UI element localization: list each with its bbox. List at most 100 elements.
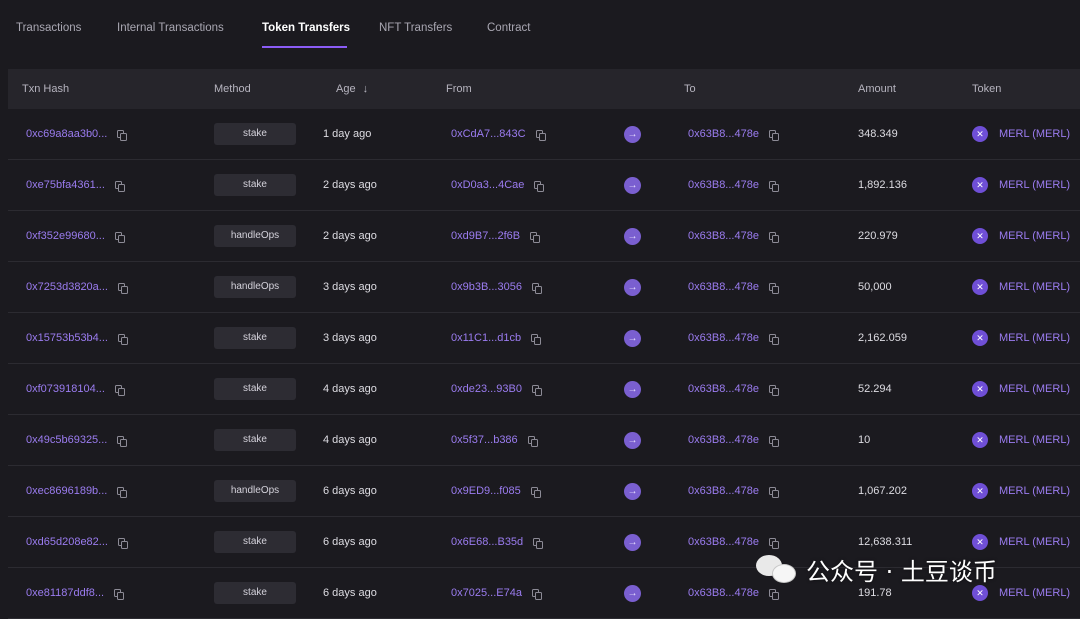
copy-icon[interactable]	[117, 334, 128, 345]
from-address-link[interactable]: 0xD0a3...4Cae	[451, 179, 524, 191]
copy-icon[interactable]	[531, 283, 542, 294]
copy-icon[interactable]	[768, 487, 779, 498]
token-link[interactable]: MERL (MERL)	[999, 128, 1070, 140]
from-address-link[interactable]: 0x9ED9...f085	[451, 485, 521, 497]
arrow-down-icon[interactable]: ↓	[363, 83, 369, 95]
table-body: 0xc69a8aa3b0... stake 1 day ago 0xCdA7..…	[8, 109, 1080, 619]
tab-transactions[interactable]: Transactions	[16, 22, 81, 34]
copy-icon[interactable]	[114, 232, 125, 243]
tab-token-transfers[interactable]: Token Transfers	[262, 22, 350, 34]
table-row: 0x49c5b69325... stake 4 days ago 0x5f37.…	[8, 415, 1080, 466]
copy-icon[interactable]	[114, 589, 125, 600]
method-cell: stake	[214, 517, 296, 567]
tab-internal-transactions[interactable]: Internal Transactions	[117, 22, 224, 34]
token-link[interactable]: MERL (MERL)	[999, 587, 1070, 599]
watermark: 公众号 · 土豆谈币	[756, 552, 997, 586]
to-address-link[interactable]: 0x63B8...478e	[688, 434, 759, 446]
to-address-link[interactable]: 0x63B8...478e	[688, 587, 759, 599]
to-address-link[interactable]: 0x63B8...478e	[688, 281, 759, 293]
copy-icon[interactable]	[768, 130, 779, 141]
txn-hash-link[interactable]: 0x7253d3820a...	[26, 281, 108, 293]
to-address-link[interactable]: 0x63B8...478e	[688, 230, 759, 242]
txn-hash-link[interactable]: 0xd65d208e82...	[26, 536, 108, 548]
direction-cell: →	[624, 415, 641, 465]
txn-hash-link[interactable]: 0xec8696189b...	[26, 485, 107, 497]
copy-icon[interactable]	[531, 385, 542, 396]
copy-icon[interactable]	[531, 589, 542, 600]
copy-icon[interactable]	[117, 130, 128, 141]
copy-icon[interactable]	[768, 283, 779, 294]
token-link[interactable]: MERL (MERL)	[999, 332, 1070, 344]
from-address-link[interactable]: 0x6E68...B35d	[451, 536, 523, 548]
amount-cell: 50,000	[858, 262, 892, 312]
to-cell: 0x63B8...478e	[688, 364, 779, 414]
token-link[interactable]: MERL (MERL)	[999, 383, 1070, 395]
from-address-link[interactable]: 0x9b3B...3056	[451, 281, 522, 293]
token-link[interactable]: MERL (MERL)	[999, 485, 1070, 497]
method-badge: stake	[214, 531, 296, 553]
arrow-right-icon: →	[624, 380, 641, 398]
copy-icon[interactable]	[768, 334, 779, 345]
from-address-link[interactable]: 0xde23...93B0	[451, 383, 522, 395]
direction-cell: →	[624, 211, 641, 261]
copy-icon[interactable]	[535, 130, 546, 141]
copy-icon[interactable]	[768, 589, 779, 600]
token-link[interactable]: MERL (MERL)	[999, 179, 1070, 191]
copy-icon[interactable]	[117, 436, 128, 447]
age-value: 6 days ago	[323, 536, 377, 548]
token-link[interactable]: MERL (MERL)	[999, 434, 1070, 446]
txn-hash-link[interactable]: 0xe75bfa4361...	[26, 179, 105, 191]
copy-icon[interactable]	[533, 538, 544, 549]
age-value: 6 days ago	[323, 587, 377, 599]
copy-icon[interactable]	[117, 283, 128, 294]
to-address-link[interactable]: 0x63B8...478e	[688, 128, 759, 140]
copy-icon[interactable]	[530, 232, 541, 243]
txn-hash-link[interactable]: 0xc69a8aa3b0...	[26, 128, 107, 140]
from-address-link[interactable]: 0x11C1...d1cb	[451, 332, 521, 344]
copy-icon[interactable]	[530, 487, 541, 498]
from-address-link[interactable]: 0xd9B7...2f6B	[451, 230, 520, 242]
to-cell: 0x63B8...478e	[688, 466, 779, 516]
token-cell: ✕ MERL (MERL)	[972, 160, 1070, 210]
copy-icon[interactable]	[768, 181, 779, 192]
txn-hash-link[interactable]: 0xf073918104...	[26, 383, 105, 395]
copy-icon[interactable]	[768, 436, 779, 447]
copy-icon[interactable]	[117, 538, 128, 549]
direction-cell: →	[624, 517, 641, 567]
copy-icon[interactable]	[768, 538, 779, 549]
to-address-link[interactable]: 0x63B8...478e	[688, 485, 759, 497]
copy-icon[interactable]	[527, 436, 538, 447]
copy-icon[interactable]	[768, 232, 779, 243]
token-link[interactable]: MERL (MERL)	[999, 281, 1070, 293]
to-address-link[interactable]: 0x63B8...478e	[688, 536, 759, 548]
txn-hash-link[interactable]: 0xe81187ddf8...	[26, 587, 104, 599]
tab-contract[interactable]: Contract	[487, 22, 530, 34]
copy-icon[interactable]	[534, 181, 545, 192]
txn-hash-link[interactable]: 0x15753b53b4...	[26, 332, 108, 344]
column-header-age[interactable]: Age ↓	[336, 83, 368, 95]
age-value: 3 days ago	[323, 332, 377, 344]
token-cell: ✕ MERL (MERL)	[972, 109, 1070, 159]
from-address-link[interactable]: 0xCdA7...843C	[451, 128, 526, 140]
from-address-link[interactable]: 0x7025...E74a	[451, 587, 522, 599]
token-link[interactable]: MERL (MERL)	[999, 230, 1070, 242]
to-address-link[interactable]: 0x63B8...478e	[688, 332, 759, 344]
txn-hash-link[interactable]: 0x49c5b69325...	[26, 434, 107, 446]
amount-value: 50,000	[858, 281, 892, 293]
to-address-link[interactable]: 0x63B8...478e	[688, 179, 759, 191]
copy-icon[interactable]	[768, 385, 779, 396]
copy-icon[interactable]	[114, 385, 125, 396]
from-address-link[interactable]: 0x5f37...b386	[451, 434, 518, 446]
to-address-link[interactable]: 0x63B8...478e	[688, 383, 759, 395]
method-badge: stake	[214, 378, 296, 400]
copy-icon[interactable]	[531, 334, 542, 345]
txn-hash-link[interactable]: 0xf352e99680...	[26, 230, 105, 242]
copy-icon[interactable]	[114, 181, 125, 192]
copy-icon[interactable]	[117, 487, 128, 498]
table-row: 0xc69a8aa3b0... stake 1 day ago 0xCdA7..…	[8, 109, 1080, 160]
column-header-token: Token	[972, 83, 1002, 95]
column-header-txn-hash: Txn Hash	[22, 83, 70, 95]
token-link[interactable]: MERL (MERL)	[999, 536, 1070, 548]
age-value: 4 days ago	[323, 434, 377, 446]
tab-nft-transfers[interactable]: NFT Transfers	[379, 22, 452, 34]
